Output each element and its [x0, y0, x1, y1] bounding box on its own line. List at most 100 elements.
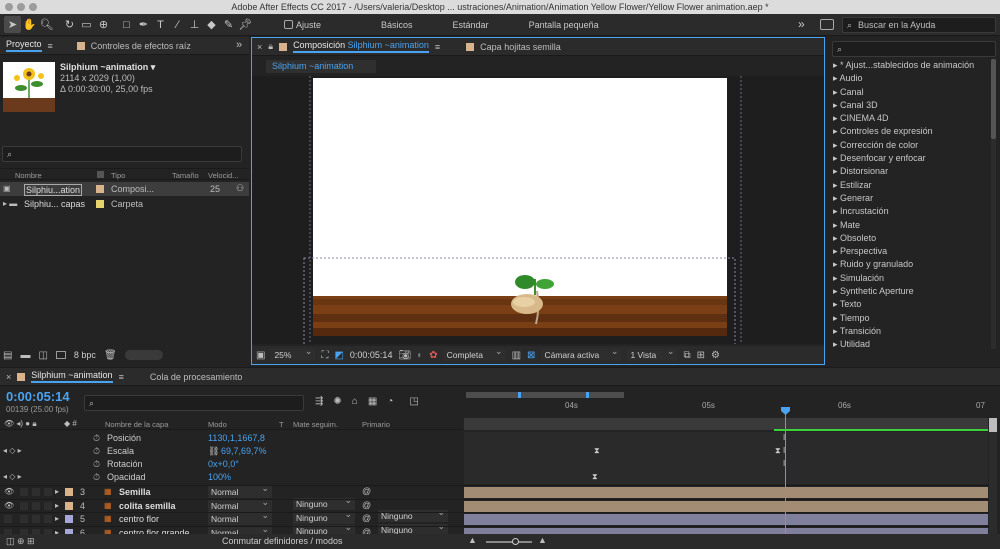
- timeline-scrollbar-thumb[interactable]: [989, 418, 997, 432]
- rectangle-tool-icon[interactable]: □: [118, 16, 135, 33]
- thumbnail-size-slider[interactable]: [124, 350, 163, 360]
- layer-name[interactable]: colita semilla: [119, 501, 176, 511]
- camera-tool-icon[interactable]: ▭: [78, 16, 95, 33]
- project-item-label-color[interactable]: [96, 185, 104, 193]
- column-speed[interactable]: Velocid...: [208, 171, 238, 180]
- layer-label-color[interactable]: [65, 515, 73, 523]
- solo-toggle[interactable]: [32, 488, 40, 496]
- bit-depth-label[interactable]: 8 bpc: [74, 350, 96, 360]
- project-search-input[interactable]: ⌕: [2, 146, 242, 162]
- effects-category-item[interactable]: ▸ Canal 3D: [828, 99, 988, 112]
- parent-pickwhip-icon[interactable]: @: [362, 486, 371, 496]
- effects-category-item[interactable]: ▸ CINEMA 4D: [828, 112, 988, 125]
- panel-menu-icon[interactable]: ≡: [435, 42, 440, 52]
- camera-dropdown[interactable]: Cámara activa: [541, 346, 622, 361]
- timeline-zoom-slider[interactable]: [486, 538, 532, 545]
- time-navigator-bar[interactable]: [466, 392, 624, 398]
- keyframe-navigator-icon[interactable]: ◂ ◇ ▸: [3, 446, 22, 455]
- expand-layer-icon[interactable]: ▸: [55, 487, 59, 496]
- layer-label-color[interactable]: [65, 501, 73, 510]
- color-channel-icon[interactable]: ✿: [429, 350, 437, 361]
- effects-category-item[interactable]: ▸ Incrustación: [828, 205, 988, 218]
- color-depth-icon[interactable]: [55, 351, 66, 359]
- project-overflow-button[interactable]: »: [236, 39, 242, 51]
- lock-toggle[interactable]: [44, 515, 52, 523]
- expand-layer-icon[interactable]: ▸: [55, 501, 59, 510]
- timeline-timecode[interactable]: 0:00:05:14: [6, 389, 70, 404]
- close-window-button[interactable]: [5, 3, 13, 11]
- keyframe-hold-icon[interactable]: ⧗: [775, 446, 781, 456]
- transform-property-row[interactable]: ⏱︎Posición1130,1,1667,8I: [0, 432, 989, 445]
- timeline-scrollbar[interactable]: [989, 418, 997, 538]
- brush-tool-icon[interactable]: ∕: [169, 16, 186, 33]
- column-parent[interactable]: Primario: [362, 420, 390, 429]
- property-value[interactable]: 69,7,69,7%: [221, 446, 267, 456]
- navigator-start-handle[interactable]: [518, 392, 521, 398]
- effects-category-item[interactable]: ▸ Simulación: [828, 272, 988, 285]
- layer-name[interactable]: Semilla: [119, 487, 151, 497]
- effects-category-item[interactable]: ▸ Mate: [828, 219, 988, 232]
- keyframe-hold-icon[interactable]: ⧗: [594, 446, 600, 456]
- new-folder-icon[interactable]: ▬: [20, 350, 30, 361]
- label-column-icon[interactable]: [97, 171, 104, 178]
- visibility-eye-icon[interactable]: 👁︎: [4, 501, 14, 510]
- audio-toggle[interactable]: [20, 515, 28, 523]
- tab-composition[interactable]: Composición Silphium ~animation: [293, 40, 429, 53]
- effects-category-item[interactable]: ▸ Corrección de color: [828, 139, 988, 152]
- effects-category-item[interactable]: ▸ Generar: [828, 192, 988, 205]
- clone-stamp-tool-icon[interactable]: ⊥: [186, 16, 203, 33]
- pixel-aspect-icon[interactable]: ⊠: [527, 350, 535, 361]
- effects-search-input[interactable]: ⌕: [832, 41, 996, 57]
- effects-category-item[interactable]: ▸ Utilidad: [828, 338, 988, 351]
- column-type[interactable]: Tipo: [111, 171, 125, 180]
- effects-scrollbar[interactable]: [991, 59, 996, 349]
- workspace-menu-icon[interactable]: [820, 19, 834, 30]
- property-track[interactable]: [464, 458, 988, 471]
- frame-blending-icon[interactable]: ▦: [368, 396, 377, 407]
- selection-tool-icon[interactable]: ➤: [4, 16, 21, 33]
- effects-category-item[interactable]: ▸ * Ajust...stablecidos de animación: [828, 59, 988, 72]
- panel-menu-icon[interactable]: ≡: [119, 372, 124, 382]
- close-tab-icon[interactable]: ×: [6, 372, 11, 382]
- layer-duration-bar[interactable]: [464, 500, 988, 512]
- interpret-footage-icon[interactable]: ▤: [3, 350, 12, 361]
- layer-row[interactable]: 👁︎ ▸ 3 ▦ Semilla Normal Ninguno @ Ningun…: [0, 483, 989, 522]
- effects-category-item[interactable]: ▸ Ruido y granulado: [828, 258, 988, 271]
- property-track[interactable]: [464, 432, 988, 445]
- show-snapshot-icon[interactable]: ◐: [417, 350, 423, 361]
- transform-property-row[interactable]: ◂ ◇ ▸ ⏱︎ Opacidad 100% ⧗: [0, 471, 989, 484]
- effects-category-item[interactable]: ▸ Estilizar: [828, 179, 988, 192]
- stopwatch-icon[interactable]: ⏱︎: [93, 459, 100, 470]
- column-track-matte[interactable]: Mate seguim.: [293, 420, 338, 429]
- property-track[interactable]: [464, 445, 988, 458]
- zoom-out-icon[interactable]: ▲: [468, 535, 477, 545]
- property-track[interactable]: [464, 471, 988, 484]
- project-item-row[interactable]: ▸ ▬ Silphiu... capas Carpeta: [0, 197, 249, 211]
- constrain-proportions-icon[interactable]: ⛓︎: [208, 446, 219, 457]
- minimize-window-button[interactable]: [17, 3, 25, 11]
- tab-layer[interactable]: Capa hojitas semilla: [480, 42, 561, 52]
- transform-property-row[interactable]: ◂ ◇ ▸⏱︎Escala⛓︎69,7,69,7%⧗⧗I: [0, 445, 989, 458]
- motion-blur-icon[interactable]: ◔: [387, 396, 393, 407]
- viewer-timecode[interactable]: 0:00:05:14: [350, 350, 393, 360]
- workspace-overflow-button[interactable]: »: [798, 17, 805, 31]
- eraser-tool-icon[interactable]: ◆: [203, 16, 220, 33]
- toggle-switches-modes-button[interactable]: Conmutar definidores / modos: [222, 536, 343, 546]
- transparency-grid-icon[interactable]: ▥: [512, 350, 521, 361]
- expand-panes-icon[interactable]: ◫ ⊕ ⊞: [6, 536, 35, 547]
- effects-scrollbar-thumb[interactable]: [991, 59, 996, 139]
- column-size[interactable]: Tamaño: [172, 171, 199, 180]
- layer-row[interactable]: ▸ 5 ▦ centro flor Normal Ninguno @ Ningu…: [0, 510, 989, 549]
- roto-brush-tool-icon[interactable]: ✎: [220, 16, 237, 33]
- workspace-small-screen[interactable]: Pantalla pequeña: [529, 20, 599, 30]
- trash-icon[interactable]: 🗑︎: [104, 350, 117, 361]
- effects-category-item[interactable]: ▸ Texto: [828, 298, 988, 311]
- visibility-eye-icon[interactable]: 👁︎: [4, 487, 14, 496]
- puppet-pin-tool-icon[interactable]: 📌︎: [237, 16, 254, 33]
- effects-category-item[interactable]: ▸ Obsoleto: [828, 232, 988, 245]
- layer-name[interactable]: centro flor: [119, 514, 159, 524]
- layer-duration-bar[interactable]: [464, 487, 988, 498]
- transform-property-row[interactable]: ⏱︎Rotación0x+0,0°I: [0, 458, 989, 471]
- effects-category-item[interactable]: ▸ Transición: [828, 325, 988, 338]
- property-value[interactable]: 0x+0,0°: [208, 459, 239, 469]
